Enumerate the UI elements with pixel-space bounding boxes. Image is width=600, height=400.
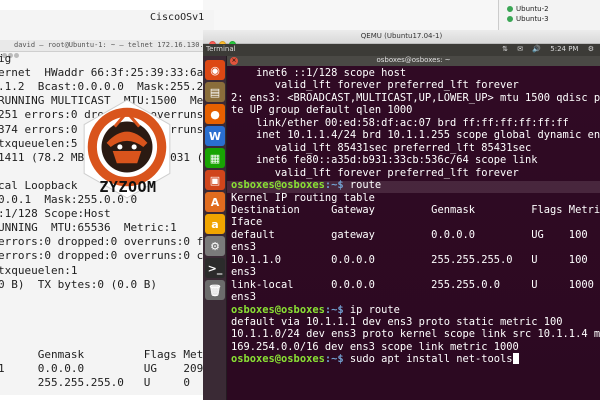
terminal-title: osboxes@osboxes: ~ xyxy=(376,56,451,64)
prompt-path: :~$ xyxy=(324,303,344,316)
ubuntu-launcher: ◉ ▤ ● W ▦ ▣ Aa ⚙ >_ 🗑 xyxy=(203,56,227,400)
terminal-output-line: default via 10.1.1.1 dev ens3 proto stat… xyxy=(231,316,563,328)
terminal-output-line: valid_lft forever preferred_lft forever xyxy=(231,79,519,92)
ubuntu-top-panel: Terminal ⇅ ✉ 🔊 5:24 PM ⚙ xyxy=(203,44,600,56)
prompt-user: osboxes@osboxes xyxy=(231,353,325,366)
terminal-output-line: inet6 ::1/128 scope host xyxy=(231,67,407,79)
background-terminal-line: errors:0 dropped:0 overruns:0 carr xyxy=(0,249,214,263)
terminal-cursor xyxy=(512,353,519,365)
background-terminal-line: errors:0 dropped:0 overruns:0 fram xyxy=(0,235,214,249)
background-window-title: CiscoOSv1 xyxy=(150,12,205,23)
terminal-command: route xyxy=(343,179,382,192)
background-terminal-titlebar[interactable]: david — root@Ubuntu-1: ~ — telnet 172.16… xyxy=(0,40,214,58)
terminal-output-line: 169.254.0.0/16 dev ens3 scope link metri… xyxy=(231,340,519,353)
prompt-user: osboxes@osboxes xyxy=(231,179,325,192)
mail-icon[interactable]: ✉ xyxy=(517,45,523,53)
background-terminal-line: 1 0.0.0.0 UG 209 xyxy=(0,362,204,376)
system-tray[interactable]: ⇅ ✉ 🔊 5:24 PM ⚙ xyxy=(495,45,594,53)
terminal-output-line: ens3 xyxy=(231,291,257,304)
terminal-command: sudo apt install net-tools xyxy=(343,353,513,366)
terminal-titlebar[interactable]: × osboxes@osboxes: ~ xyxy=(227,56,600,66)
active-app-name: Terminal xyxy=(206,45,236,53)
background-terminal-line: cal Loopback xyxy=(0,178,78,192)
calc-icon[interactable]: ▦ xyxy=(205,148,225,168)
qemu-window-title: QEMU (Ubuntu17.04-1) xyxy=(360,32,443,40)
terminal-output-line: link/ether 00:ed:58:df:ac:07 brd ff:ff:f… xyxy=(231,116,569,129)
vm-window-background xyxy=(203,0,498,30)
terminal-output-line: 2: ens3: <BROADCAST,MULTICAST,UP,LOWER_U… xyxy=(231,91,600,104)
terminal-icon[interactable]: >_ xyxy=(205,258,225,278)
terminal-output-line: ens3 xyxy=(231,241,257,254)
terminal-prompt-line: osboxes@osboxes:~$ route xyxy=(231,179,381,191)
gear-icon[interactable]: ⚙ xyxy=(588,45,594,53)
background-terminal-line: txqueuelen:5 xyxy=(0,136,78,150)
trash-icon[interactable]: 🗑 xyxy=(205,280,225,300)
qemu-window-titlebar[interactable]: QEMU (Ubuntu17.04-1) xyxy=(203,30,600,48)
prompt-path: :~$ xyxy=(324,353,344,366)
background-terminal-line: :1/128 Scope:Host xyxy=(0,207,111,221)
amazon-icon[interactable]: a xyxy=(205,214,225,234)
vm-running-icon xyxy=(507,6,513,12)
background-terminal-line: 255.255.255.0 U 0 xyxy=(0,376,191,390)
firefox-icon[interactable]: ● xyxy=(205,104,225,124)
network-icon[interactable]: ⇅ xyxy=(502,45,508,53)
impress-icon[interactable]: ▣ xyxy=(205,170,225,190)
settings-icon[interactable]: ⚙ xyxy=(205,236,225,256)
terminal-output-line: Kernel IP routing table xyxy=(231,191,375,204)
background-terminal-line: .1.2 Bcast:0.0.0.0 Mask:255.255.255.0 xyxy=(0,80,214,94)
terminal-output-line: default gateway 0.0.0.0 UG 100 0 0 xyxy=(231,228,588,241)
background-terminal-line: UNNING MTU:65536 Metric:1 xyxy=(0,221,177,235)
logo-wordmark: ZYZOOM xyxy=(99,178,157,196)
background-terminal-line: txqueuelen:1 xyxy=(0,263,78,277)
background-terminal-line: Genmask Flags Met xyxy=(0,348,204,362)
terminal-output-line: valid_lft forever preferred_lft forever xyxy=(231,166,519,179)
terminal-output[interactable]: inet6 ::1/128 scope host valid_lft forev… xyxy=(227,66,600,400)
terminal-output-line: 10.1.1.0 0.0.0.0 255.255.255.0 U 100 0 0 xyxy=(231,253,588,266)
terminal-output-line: te UP group default qlen 1000 xyxy=(231,104,413,117)
terminal-output-line: inet6 fe80::a35d:b931:33cb:536c/64 scope… xyxy=(231,154,538,167)
vm-list-item[interactable]: Ubuntu-2 xyxy=(507,5,549,13)
terminal-output-line: valid_lft 85431sec preferred_lft 85431se… xyxy=(231,141,532,154)
software-icon[interactable]: A xyxy=(205,192,225,212)
vm-list-item[interactable]: Ubuntu-3 xyxy=(507,15,549,23)
vm-running-icon xyxy=(507,16,513,22)
background-terminal-line: ernet HWaddr 66:3f:25:39:33:6a xyxy=(0,66,204,80)
terminal-output-line: link-local 0.0.0.0 255.255.0.0 U 1000 0 … xyxy=(231,278,594,291)
terminal-output-line: inet 10.1.1.4/24 brd 10.1.1.255 scope gl… xyxy=(231,129,600,142)
terminal-prompt-line: osboxes@osboxes:~$ ip route xyxy=(231,304,400,316)
terminal-prompt-line: osboxes@osboxes:~$ sudo apt install net-… xyxy=(231,353,519,365)
terminal-output-line: Destination Gateway Genmask Flags Metric… xyxy=(231,203,600,216)
volume-icon[interactable]: 🔊 xyxy=(532,45,541,53)
background-terminal-title: david — root@Ubuntu-1: ~ — telnet 172.16… xyxy=(14,41,214,49)
terminal-command: ip route xyxy=(343,303,400,316)
terminal-output-line: 10.1.1.0/24 dev ens3 proto kernel scope … xyxy=(231,328,600,341)
background-terminal-line: ig xyxy=(0,52,12,65)
prompt-user: osboxes@osboxes xyxy=(231,303,325,316)
writer-icon[interactable]: W xyxy=(205,126,225,146)
terminal-output-line: ens3 xyxy=(231,266,257,279)
background-terminal-window[interactable]: CiscoOSv1 david — root@Ubuntu-1: ~ — tel… xyxy=(0,10,214,395)
vm-list-panel: Ubuntu-2 Ubuntu-3 xyxy=(498,0,600,30)
terminal-output-line: Iface xyxy=(231,216,263,229)
files-icon[interactable]: ▤ xyxy=(205,82,225,102)
clock[interactable]: 5:24 PM xyxy=(550,45,578,53)
ubuntu-dash-icon[interactable]: ◉ xyxy=(205,60,225,80)
background-terminal-line: 0 B) TX bytes:0 (0.0 B) xyxy=(0,277,157,291)
prompt-path: :~$ xyxy=(324,179,344,192)
